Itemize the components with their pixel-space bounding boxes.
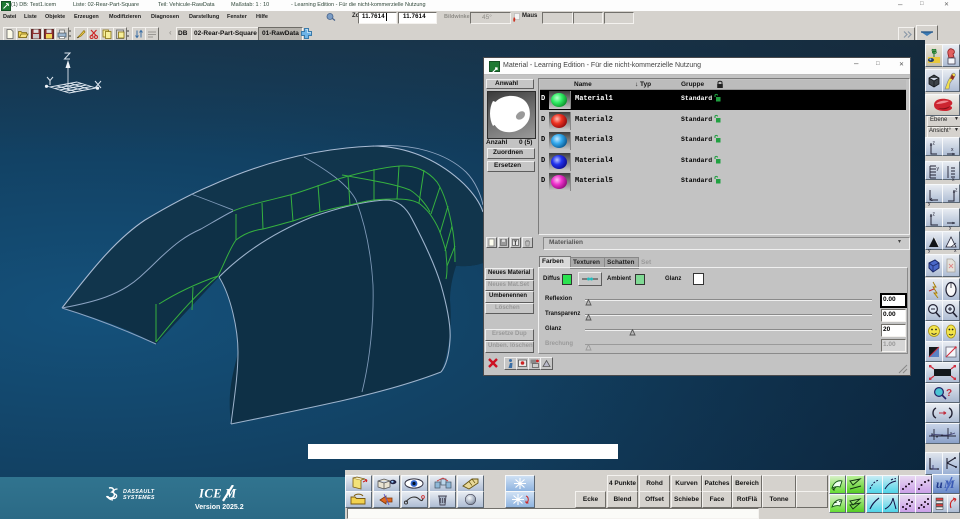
svg-text:z: z xyxy=(933,141,936,147)
svg-text:y: y xyxy=(928,248,931,253)
svg-text:T: T xyxy=(514,241,518,247)
svg-text:z: z xyxy=(933,212,936,218)
svg-text:y: y xyxy=(937,166,940,172)
svg-text:?: ? xyxy=(946,388,952,399)
svg-text:x: x xyxy=(954,248,957,253)
svg-text:y: y xyxy=(928,201,931,206)
svg-text:ICE: ICE xyxy=(199,487,222,501)
svg-text:x: x xyxy=(951,147,954,153)
svg-text:y: y xyxy=(949,225,952,230)
svg-text:x: x xyxy=(952,177,955,183)
svg-text:z: z xyxy=(955,188,958,194)
svg-text:u: u xyxy=(936,477,943,491)
svg-text:SYSTEMES: SYSTEMES xyxy=(123,495,155,501)
